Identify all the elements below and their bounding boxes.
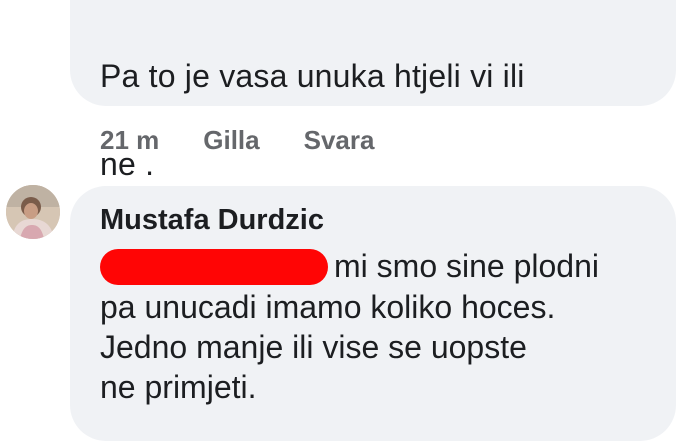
reply-text-segment: mi smo sine plodni xyxy=(334,248,599,284)
like-button[interactable]: Gilla xyxy=(203,125,259,156)
reply-text-line: Jedno manje ili vise se uopste xyxy=(100,328,527,365)
comment-actions: 21 m Gilla Svara xyxy=(100,120,418,160)
avatar[interactable] xyxy=(6,185,60,239)
comment-bubble: Pa to je vasa unuka htjeli vi ili ne . xyxy=(70,0,676,182)
reply-button[interactable]: Svara xyxy=(304,125,375,156)
comment-author-name[interactable]: Mustafa Durdzic xyxy=(100,200,676,240)
reply-text-line: mi smo sine plodni xyxy=(100,246,676,287)
reply-text-line: pa unucadi imamo koliko hoces. xyxy=(100,288,556,325)
redaction-mark xyxy=(100,248,328,285)
reply-text: mi smo sine plodni pa unucadi imamo koli… xyxy=(100,246,676,407)
comment-text-line: Pa to je vasa unuka htjeli vi ili xyxy=(100,58,525,94)
reply-bubble: Mustafa Durdzic mi smo sine plodni pa un… xyxy=(70,186,676,441)
comment-timestamp[interactable]: 21 m xyxy=(100,125,159,156)
user-avatar-photo-icon xyxy=(6,185,60,239)
reply-text-line: ne primjeti. xyxy=(100,368,257,405)
comment-thread: Pa to je vasa unuka htjeli vi ili ne . 2… xyxy=(0,0,685,445)
